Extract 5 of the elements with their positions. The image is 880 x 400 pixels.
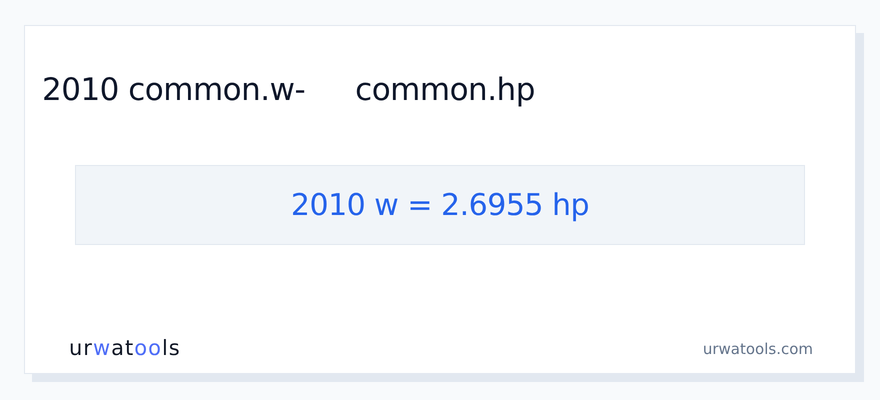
heading-text: 2010 common.w- (42, 70, 306, 110)
heading-text: common.hp (355, 70, 535, 110)
result-text: 2010 w = 2.6955 hp (290, 186, 590, 224)
site-link[interactable]: urwatools.com (702, 338, 813, 360)
logo: urwatools (69, 335, 181, 362)
